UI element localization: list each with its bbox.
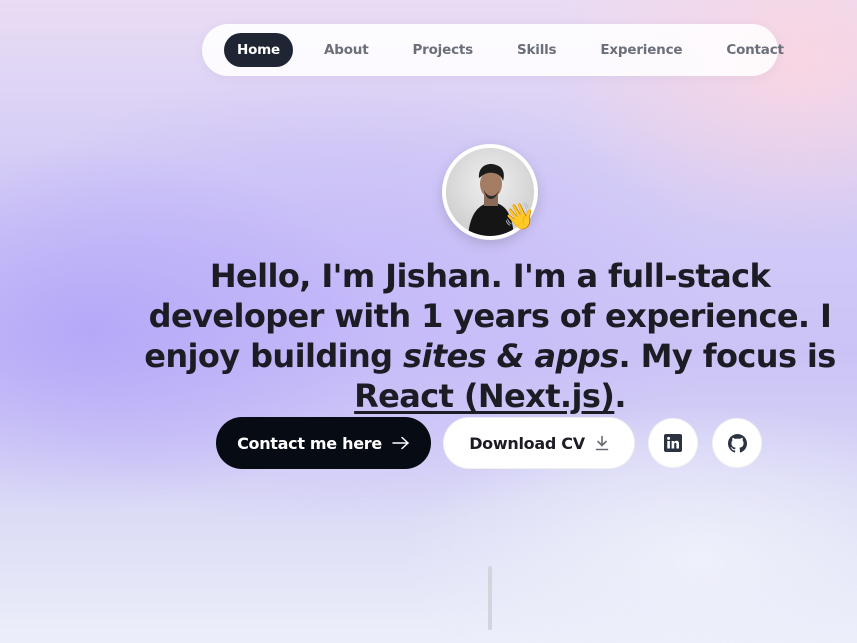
- contact-button[interactable]: Contact me here: [216, 417, 431, 469]
- nav-projects[interactable]: Projects: [399, 33, 486, 67]
- download-cv-button[interactable]: Download CV: [443, 417, 635, 469]
- headline-tech: React (Next.js): [354, 377, 615, 415]
- headline-focus: . My focus is: [618, 337, 837, 375]
- nav-home[interactable]: Home: [224, 33, 293, 67]
- top-nav: Home About Projects Skills Experience Co…: [202, 24, 784, 76]
- contact-button-label: Contact me here: [237, 433, 382, 453]
- section-divider: [488, 566, 492, 630]
- arrow-right-icon: [392, 436, 409, 450]
- download-icon: [595, 435, 609, 451]
- github-icon: [727, 433, 747, 453]
- headline-end: .: [614, 377, 626, 415]
- linkedin-icon: [664, 434, 682, 452]
- nav-skills[interactable]: Skills: [504, 33, 569, 67]
- hero-headline: Hello, I'm Jishan. I'm a full-stack deve…: [120, 256, 857, 416]
- headline-italic: sites & apps: [403, 337, 619, 375]
- nav-experience[interactable]: Experience: [587, 33, 695, 67]
- download-cv-label: Download CV: [469, 433, 585, 453]
- wave-emoji: 👋: [503, 201, 536, 231]
- linkedin-button[interactable]: [648, 418, 698, 468]
- github-button[interactable]: [712, 418, 762, 468]
- nav-contact[interactable]: Contact: [713, 33, 796, 67]
- nav-about[interactable]: About: [311, 33, 381, 67]
